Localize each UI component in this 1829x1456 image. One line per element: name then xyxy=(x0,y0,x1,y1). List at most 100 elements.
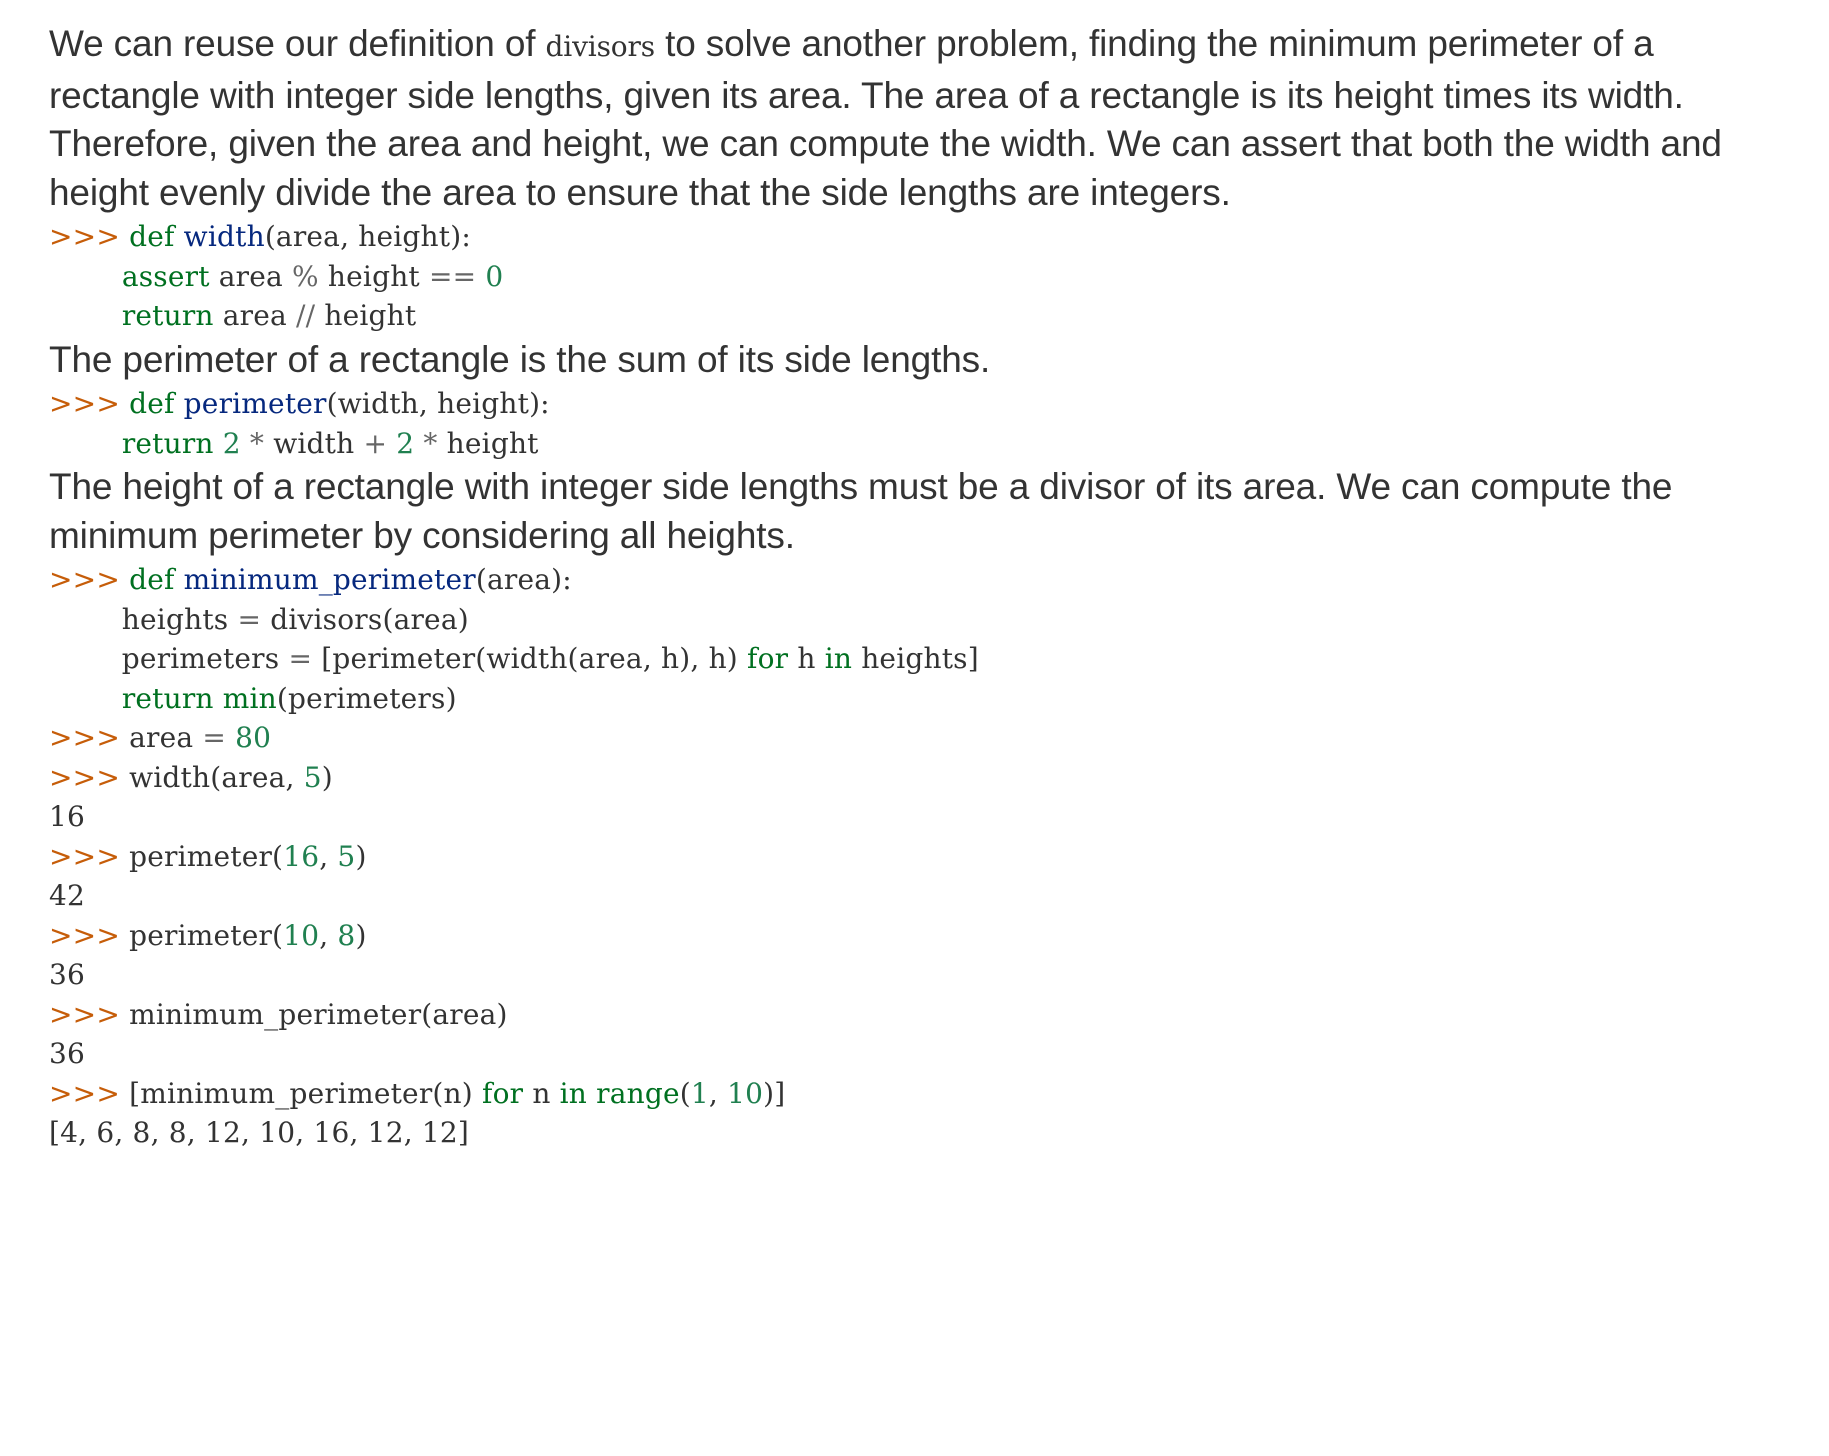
keyword-token: in xyxy=(824,642,853,675)
code-text: height xyxy=(318,259,429,293)
operator-token: * xyxy=(423,426,438,460)
operator-token: = xyxy=(237,602,262,636)
code-text: area xyxy=(129,721,203,754)
function-name-token: perimeter xyxy=(183,387,327,420)
function-name-token: minimum_perimeter xyxy=(183,563,476,596)
number-token: 2 xyxy=(396,426,415,460)
prompt-token: >>> xyxy=(49,839,130,873)
function-name-token: width xyxy=(183,220,265,253)
code-line: assert area % height == 0 xyxy=(49,260,503,293)
code-text: (area, height): xyxy=(264,220,472,253)
keyword-token: def xyxy=(129,220,175,253)
code-text: perimeter( xyxy=(129,918,284,952)
code-text: width xyxy=(264,426,364,460)
keyword-token: assert xyxy=(121,259,210,293)
document-body: We can reuse our definition of divisors … xyxy=(49,20,1789,1153)
code-line: [4, 6, 8, 8, 12, 10, 16, 12, 12] xyxy=(49,1116,469,1149)
number-token: 0 xyxy=(485,259,504,293)
operator-token: % xyxy=(292,259,319,293)
keyword-token: in xyxy=(559,1076,588,1110)
code-text: area xyxy=(209,259,292,293)
code-text: (width, height): xyxy=(326,387,550,420)
code-text: width(area, xyxy=(129,760,304,794)
prompt-token: >>> xyxy=(49,721,130,754)
code-line: 36 xyxy=(49,958,85,991)
code-text: ( xyxy=(679,1076,691,1110)
keyword-token: return xyxy=(121,681,214,715)
prompt-token: >>> xyxy=(49,918,130,952)
operator-token: = xyxy=(202,721,227,754)
number-token: 80 xyxy=(235,721,272,754)
code-block-width: >>> def width(area, height): assert area… xyxy=(49,217,1789,336)
code-line: return 2 * width + 2 * height xyxy=(49,427,539,460)
code-line: 16 xyxy=(49,800,85,833)
code-line: perimeters = [perimeter(width(area, h), … xyxy=(49,642,979,675)
operator-token: = xyxy=(288,642,313,675)
number-token: 8 xyxy=(337,918,356,952)
prompt-token: >>> xyxy=(49,997,130,1031)
code-text: [perimeter(width(area, h), h) xyxy=(312,642,748,675)
code-line: >>> perimeter(10, 8) xyxy=(49,919,367,952)
output-text: 42 xyxy=(49,879,86,912)
code-text: ) xyxy=(355,918,367,952)
code-text: ) xyxy=(321,760,333,794)
code-text: ) xyxy=(355,839,367,873)
number-token: 10 xyxy=(283,918,320,952)
code-text: )] xyxy=(763,1076,786,1110)
keyword-token: def xyxy=(129,387,175,420)
keyword-token: def xyxy=(129,563,175,596)
operator-token: == xyxy=(428,259,477,293)
code-text: minimum_perimeter(area) xyxy=(129,997,508,1031)
prompt-token: >>> xyxy=(49,1076,130,1110)
code-text: divisors(area) xyxy=(261,602,469,636)
code-text: , xyxy=(319,918,338,952)
output-text: 16 xyxy=(49,800,86,833)
code-text: height xyxy=(437,426,539,460)
output-text: 36 xyxy=(49,1037,86,1070)
code-line: return area // height xyxy=(49,299,416,332)
operator-token: * xyxy=(249,426,265,460)
operator-token: // xyxy=(296,299,316,332)
number-token: 5 xyxy=(337,839,356,873)
code-block-minimum-perimeter: >>> def minimum_perimeter(area): heights… xyxy=(49,560,1789,718)
code-block-session: >>> area = 80 >>> width(area, 5) 16 >>> … xyxy=(49,718,1789,1153)
prompt-token: >>> xyxy=(49,563,130,596)
code-line: >>> [minimum_perimeter(n) for n in range… xyxy=(49,1077,785,1110)
prompt-token: >>> xyxy=(49,387,130,420)
paragraph-intro: We can reuse our definition of divisors … xyxy=(49,20,1789,217)
prompt-token: >>> xyxy=(49,220,130,253)
code-text: height xyxy=(315,299,417,332)
output-text: 36 xyxy=(49,958,86,991)
code-line: >>> area = 80 xyxy=(49,721,271,754)
code-text: (area): xyxy=(475,563,572,596)
paragraph-perimeter: The perimeter of a rectangle is the sum … xyxy=(49,338,991,380)
code-text: h xyxy=(788,642,825,675)
paragraph-height: The height of a rectangle with integer s… xyxy=(49,466,1673,556)
builtin-token: range xyxy=(596,1076,680,1110)
code-text: heights xyxy=(49,602,238,636)
code-line: return min(perimeters) xyxy=(49,682,457,715)
number-token: 1 xyxy=(690,1076,709,1110)
code-line: >>> perimeter(16, 5) xyxy=(49,840,367,873)
keyword-token: return xyxy=(121,299,214,332)
code-text: n xyxy=(523,1076,560,1110)
keyword-token: for xyxy=(482,1076,524,1110)
number-token: 16 xyxy=(283,839,320,873)
code-text: heights] xyxy=(852,642,979,675)
code-line: >>> def minimum_perimeter(area): xyxy=(49,563,572,596)
prompt-token: >>> xyxy=(49,760,130,794)
code-line: heights = divisors(area) xyxy=(49,603,469,636)
code-text: (perimeters) xyxy=(276,681,457,715)
code-line: >>> width(area, 5) xyxy=(49,761,333,794)
